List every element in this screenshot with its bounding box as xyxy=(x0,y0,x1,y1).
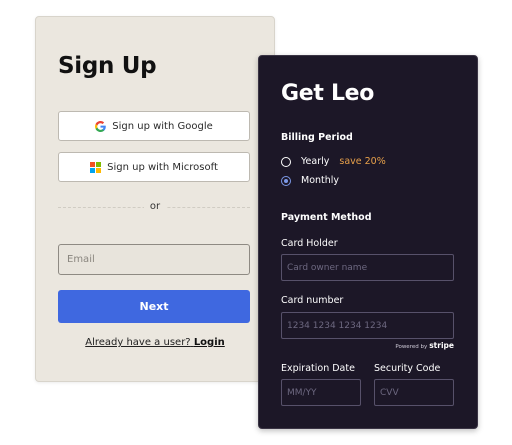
login-link[interactable]: Login xyxy=(194,337,225,348)
expiration-date-input[interactable] xyxy=(281,379,361,406)
powered-by-stripe: Powered by stripe xyxy=(359,341,454,350)
signup-card: Sign Up Sign up with Google Sign up with… xyxy=(35,16,275,382)
save-badge: save 20% xyxy=(339,156,386,167)
plan-yearly-label: Yearly xyxy=(301,156,330,167)
signup-title: Sign Up xyxy=(58,53,157,79)
radio-yearly[interactable] xyxy=(281,156,291,167)
login-prompt: Already have a user? xyxy=(85,337,191,348)
security-code-label: Security Code xyxy=(374,363,441,374)
google-icon xyxy=(95,120,107,132)
stripe-logo: stripe xyxy=(429,341,454,350)
plan-monthly-label: Monthly xyxy=(301,175,340,186)
microsoft-signup-label: Sign up with Microsoft xyxy=(107,161,218,173)
plan-option-monthly[interactable]: Monthly xyxy=(281,175,339,186)
google-signup-button[interactable]: Sign up with Google xyxy=(58,111,250,141)
radio-monthly[interactable] xyxy=(281,175,291,186)
card-number-label: Card number xyxy=(281,295,344,306)
checkout-title: Get Leo xyxy=(281,81,375,106)
login-row: Already have a user? Login xyxy=(36,337,274,348)
microsoft-icon xyxy=(90,161,102,173)
microsoft-signup-button[interactable]: Sign up with Microsoft xyxy=(58,152,250,182)
email-input[interactable] xyxy=(58,244,250,275)
card-number-input[interactable] xyxy=(281,312,454,339)
powered-by-text: Powered by xyxy=(395,344,428,350)
divider-or: or xyxy=(144,201,166,213)
plan-option-yearly[interactable]: Yearly save 20% xyxy=(281,156,386,167)
checkout-card: Get Leo Billing Period Yearly save 20% M… xyxy=(258,55,478,429)
google-signup-label: Sign up with Google xyxy=(112,120,213,132)
security-code-input[interactable] xyxy=(374,379,454,406)
billing-period-label: Billing Period xyxy=(281,132,353,143)
payment-method-label: Payment Method xyxy=(281,212,372,223)
next-button[interactable]: Next xyxy=(58,290,250,323)
card-holder-label: Card Holder xyxy=(281,238,338,249)
expiration-date-label: Expiration Date xyxy=(281,363,355,374)
card-holder-input[interactable] xyxy=(281,254,454,281)
